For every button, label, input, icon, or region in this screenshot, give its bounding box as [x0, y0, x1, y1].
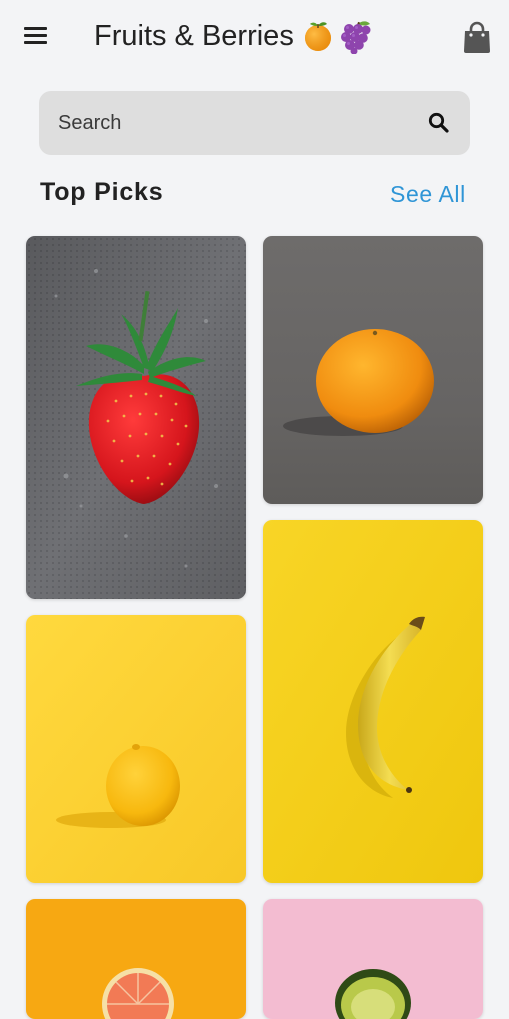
menu-icon-bar [24, 41, 47, 44]
product-card-banana[interactable] [263, 520, 483, 883]
search-icon[interactable] [427, 111, 451, 135]
see-all-link[interactable]: See All [390, 181, 466, 208]
tangerine-icon [304, 22, 331, 51]
search-bar [39, 91, 470, 155]
menu-icon-bar [24, 34, 47, 37]
orange-image [263, 236, 483, 504]
product-card-orange[interactable] [263, 236, 483, 504]
grapes-icon [340, 21, 371, 54]
avocado-image [263, 899, 483, 1019]
shopping-bag-icon[interactable] [462, 20, 492, 54]
product-card-grapefruit[interactable] [26, 899, 246, 1019]
section-title: Top Picks [40, 178, 164, 206]
grapefruit-image [26, 899, 246, 1019]
lemon-image [26, 615, 246, 883]
product-card-avocado[interactable] [263, 899, 483, 1019]
app-title: Fruits & Berries [94, 14, 372, 58]
product-card-strawberry[interactable] [26, 236, 246, 599]
strawberry-image [26, 236, 246, 599]
app-header: Fruits & Berries [0, 0, 509, 72]
product-card-lemon[interactable] [26, 615, 246, 883]
title-emoji-group [302, 18, 372, 54]
banana-image [263, 520, 483, 883]
menu-icon-bar [24, 27, 47, 30]
search-input[interactable] [58, 91, 418, 155]
menu-icon[interactable] [24, 26, 48, 46]
app-title-text: Fruits & Berries [94, 19, 294, 52]
